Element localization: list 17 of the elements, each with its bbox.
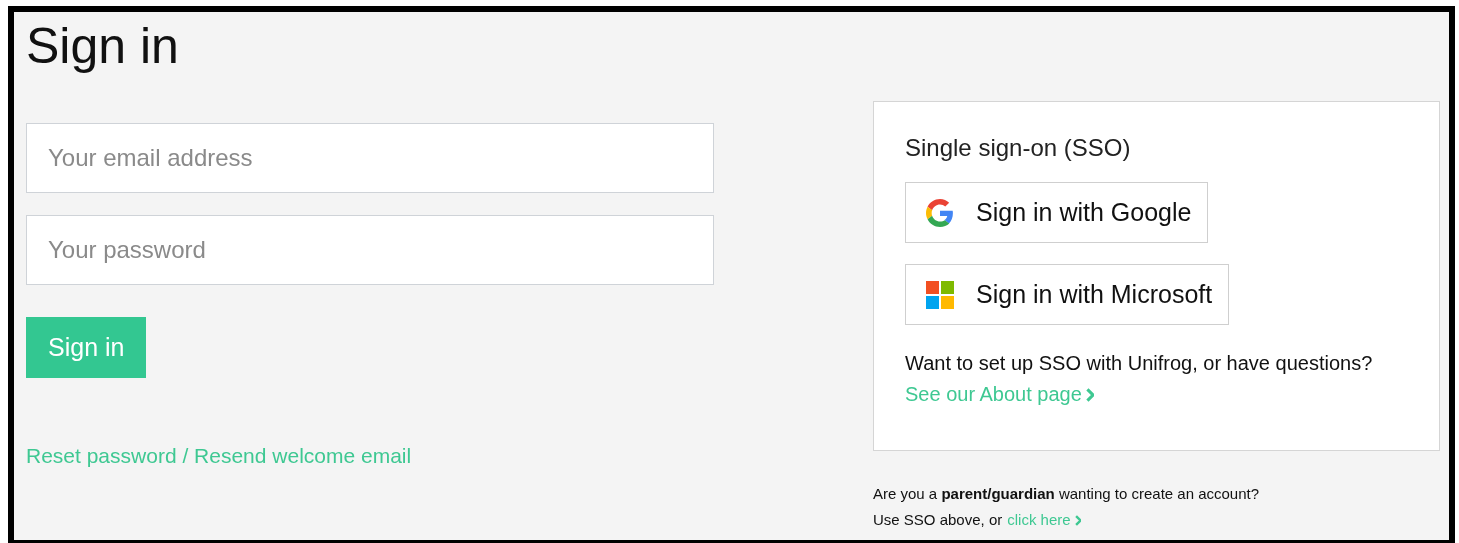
sign-in-button[interactable]: Sign in xyxy=(26,317,147,378)
sso-heading: Single sign-on (SSO) xyxy=(905,134,1131,162)
sso-question: Want to set up SSO with Unifrog, or have questions? xyxy=(905,352,1373,375)
chevron-icon xyxy=(1085,387,1095,402)
parent-prompt: Use SSO above, or xyxy=(873,510,1003,530)
parent-question: Are you a parent/guardian wanting to create an account? xyxy=(873,484,1260,504)
chevron-icon xyxy=(1074,514,1082,526)
email-field[interactable]: Your email address xyxy=(26,123,714,193)
google-icon xyxy=(926,198,954,227)
page-title: Sign in xyxy=(26,17,179,76)
microsoft-icon xyxy=(926,280,954,309)
password-field[interactable]: Your password xyxy=(26,215,714,285)
click-here-link[interactable]: click here xyxy=(1007,507,1082,533)
reset-password-link[interactable]: Reset password / Resend welcome email xyxy=(26,444,412,468)
sso-provider-button[interactable]: Sign in with Microsoft xyxy=(905,264,1230,325)
about-page-link[interactable]: See our About page xyxy=(905,383,1095,406)
sso-provider-button[interactable]: Sign in with Google xyxy=(905,182,1209,243)
